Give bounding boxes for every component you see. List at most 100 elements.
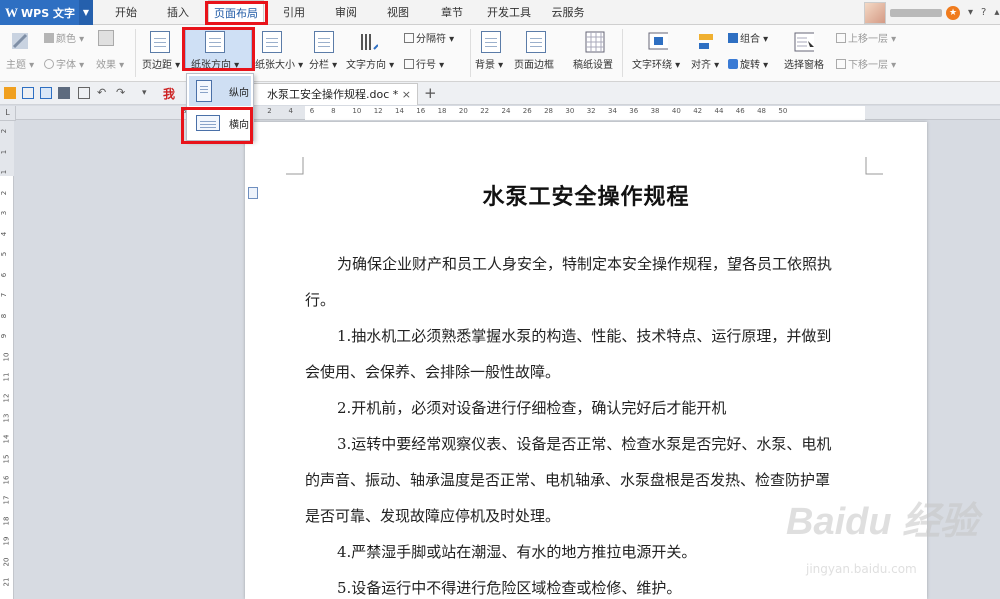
tab-view[interactable]: 视图 bbox=[382, 0, 414, 25]
selection-pane-button[interactable]: 选择窗格 bbox=[784, 56, 824, 71]
background-button[interactable]: 背景 ▾ bbox=[475, 56, 503, 71]
ruler-number: 14 bbox=[395, 107, 404, 115]
font-button[interactable]: 字体 ▾ bbox=[44, 56, 84, 71]
horizontal-ruler[interactable]: 8642246810121416182022242628303234363840… bbox=[16, 106, 1000, 120]
text-direction-label: 文字方向 bbox=[346, 60, 386, 71]
new-tab-button[interactable]: + bbox=[424, 84, 437, 102]
app-menu-button[interactable]: W WPS 文字 ▼ bbox=[0, 0, 93, 25]
ruler-number: 2 bbox=[267, 107, 272, 115]
tab-cloud[interactable]: 云服务 bbox=[548, 0, 588, 25]
divider bbox=[622, 29, 623, 77]
ruler-number: 16 bbox=[2, 475, 11, 484]
orientation-portrait-item[interactable]: 纵向 bbox=[189, 76, 251, 106]
tab-insert[interactable]: 插入 bbox=[162, 0, 194, 25]
ruler-number: 30 bbox=[565, 107, 575, 115]
ruler-number: 2 bbox=[0, 190, 9, 195]
bring-forward-button[interactable]: 上移一层 ▾ bbox=[836, 30, 896, 45]
ruler-number: 38 bbox=[650, 107, 660, 115]
close-icon[interactable]: × bbox=[402, 84, 411, 105]
breaks-button[interactable]: 分隔符 ▾ bbox=[404, 30, 454, 45]
open-icon[interactable] bbox=[4, 87, 16, 99]
margins-button[interactable]: 页边距 ▾ bbox=[142, 56, 180, 71]
more-icon[interactable]: ▴ bbox=[994, 7, 999, 18]
ruler-number: 18 bbox=[437, 107, 447, 115]
chevron-down-icon[interactable]: ▼ bbox=[79, 0, 93, 25]
ruler-number: 22 bbox=[480, 107, 490, 115]
save-as-icon[interactable] bbox=[40, 87, 52, 99]
menu-bar: W WPS 文字 ▼ 开始 插入 页面布局 引用 审阅 视图 章节 开发工具 云… bbox=[0, 0, 1000, 26]
ruler-number: 48 bbox=[757, 107, 767, 115]
page-size-label: 纸张大小 bbox=[255, 60, 295, 71]
color-button[interactable]: 颜色 ▾ bbox=[44, 30, 84, 45]
tab-review[interactable]: 审阅 bbox=[330, 0, 362, 25]
group-icon bbox=[728, 33, 738, 43]
chevron-down-icon[interactable]: ▾ bbox=[968, 7, 973, 18]
breaks-label: 分隔符 bbox=[416, 34, 446, 45]
username-blurred[interactable] bbox=[890, 8, 942, 17]
ruler-number: 20 bbox=[458, 107, 468, 115]
line-numbers-label: 行号 bbox=[416, 60, 436, 71]
page-size-icon bbox=[262, 31, 282, 53]
color-icon bbox=[44, 33, 54, 43]
ruler-number: 11 bbox=[2, 372, 11, 382]
rotate-label: 旋转 bbox=[740, 60, 760, 71]
page-border-icon bbox=[526, 31, 546, 53]
columns-button[interactable]: 分栏 ▾ bbox=[309, 56, 337, 71]
send-backward-button[interactable]: 下移一层 ▾ bbox=[836, 56, 896, 71]
save-icon[interactable] bbox=[22, 87, 34, 99]
document-title: 水泵工安全操作规程 bbox=[482, 184, 690, 210]
wrap-text-button[interactable]: 文字环绕 ▾ bbox=[632, 56, 680, 71]
rotate-button[interactable]: 旋转 ▾ bbox=[728, 56, 768, 71]
align-button[interactable]: 对齐 ▾ bbox=[691, 56, 719, 71]
ruler-number: 1 bbox=[0, 169, 9, 175]
vertical-ruler[interactable]: 211234567891011121314151617181920212223 bbox=[0, 121, 14, 599]
document-line: 为确保企业财产和员工人身安全，特制定本安全操作规程，望各员工依照执 bbox=[337, 255, 833, 273]
wps-logo-icon: W bbox=[5, 4, 18, 20]
print-preview-icon[interactable] bbox=[78, 87, 90, 99]
undo-icon[interactable]: ↶ bbox=[97, 87, 109, 99]
effect-label: 效果 bbox=[96, 60, 116, 71]
theme-button[interactable]: 主题 ▾ bbox=[6, 56, 34, 71]
document-tab[interactable]: 水泵工安全操作规程.doc * × bbox=[250, 83, 418, 105]
orientation-button[interactable]: 纸张方向 ▾ bbox=[191, 56, 239, 71]
page-size-button[interactable]: 纸张大小 ▾ bbox=[255, 56, 303, 71]
ruler-tab-selector[interactable]: L bbox=[0, 106, 16, 121]
ruler-number: 9 bbox=[0, 333, 9, 339]
group-button[interactable]: 组合 ▾ bbox=[728, 30, 768, 45]
ruler-number: 4 bbox=[0, 231, 9, 236]
baidu-jingyan-watermark: Baidu 经验 jingyan.baidu.com bbox=[776, 490, 996, 595]
wps-tab-prefix[interactable]: 我 bbox=[163, 85, 175, 102]
divider bbox=[135, 29, 136, 77]
orientation-landscape-item[interactable]: 横向 bbox=[189, 108, 251, 138]
selection-pane-label: 选择窗格 bbox=[784, 60, 824, 71]
tab-references[interactable]: 引用 bbox=[278, 0, 310, 25]
align-icon bbox=[699, 34, 713, 49]
ruler-number: 34 bbox=[608, 107, 617, 115]
line-numbers-button[interactable]: 行号 ▾ bbox=[404, 56, 444, 71]
watermark-url: jingyan.baidu.com bbox=[806, 562, 917, 576]
tab-chapter[interactable]: 章节 bbox=[436, 0, 468, 25]
help-icon[interactable]: ? bbox=[981, 7, 986, 18]
ruler-number: 42 bbox=[693, 107, 703, 115]
print-icon[interactable] bbox=[58, 87, 70, 99]
page-border-button[interactable]: 页面边框 bbox=[514, 56, 554, 71]
document-line: 2.开机前，必须对设备进行仔细检查，确认完好后才能开机 bbox=[337, 399, 727, 417]
customize-icon[interactable]: ▾ bbox=[142, 87, 154, 99]
effect-swatch[interactable] bbox=[98, 30, 116, 48]
avatar[interactable] bbox=[864, 1, 886, 24]
tab-home[interactable]: 开始 bbox=[110, 0, 142, 25]
ruler-number: 19 bbox=[2, 536, 11, 546]
tab-developer[interactable]: 开发工具 bbox=[484, 0, 534, 25]
columns-icon bbox=[314, 31, 334, 53]
redo-icon[interactable]: ↷ bbox=[116, 87, 128, 99]
text-direction-button[interactable]: 文字方向 ▾ bbox=[346, 56, 394, 71]
ruler-number: 32 bbox=[586, 107, 596, 115]
grid-settings-button[interactable]: 稿纸设置 bbox=[573, 56, 613, 71]
ruler-number: 21 bbox=[2, 577, 11, 587]
group-label: 组合 bbox=[740, 34, 760, 45]
skin-icon[interactable]: ★ bbox=[946, 5, 960, 20]
tab-page-layout[interactable]: 页面布局 bbox=[208, 0, 264, 26]
effect-button[interactable]: 效果 ▾ bbox=[96, 56, 124, 71]
bring-forward-icon bbox=[836, 33, 846, 43]
ruler-number: 6 bbox=[0, 272, 9, 277]
